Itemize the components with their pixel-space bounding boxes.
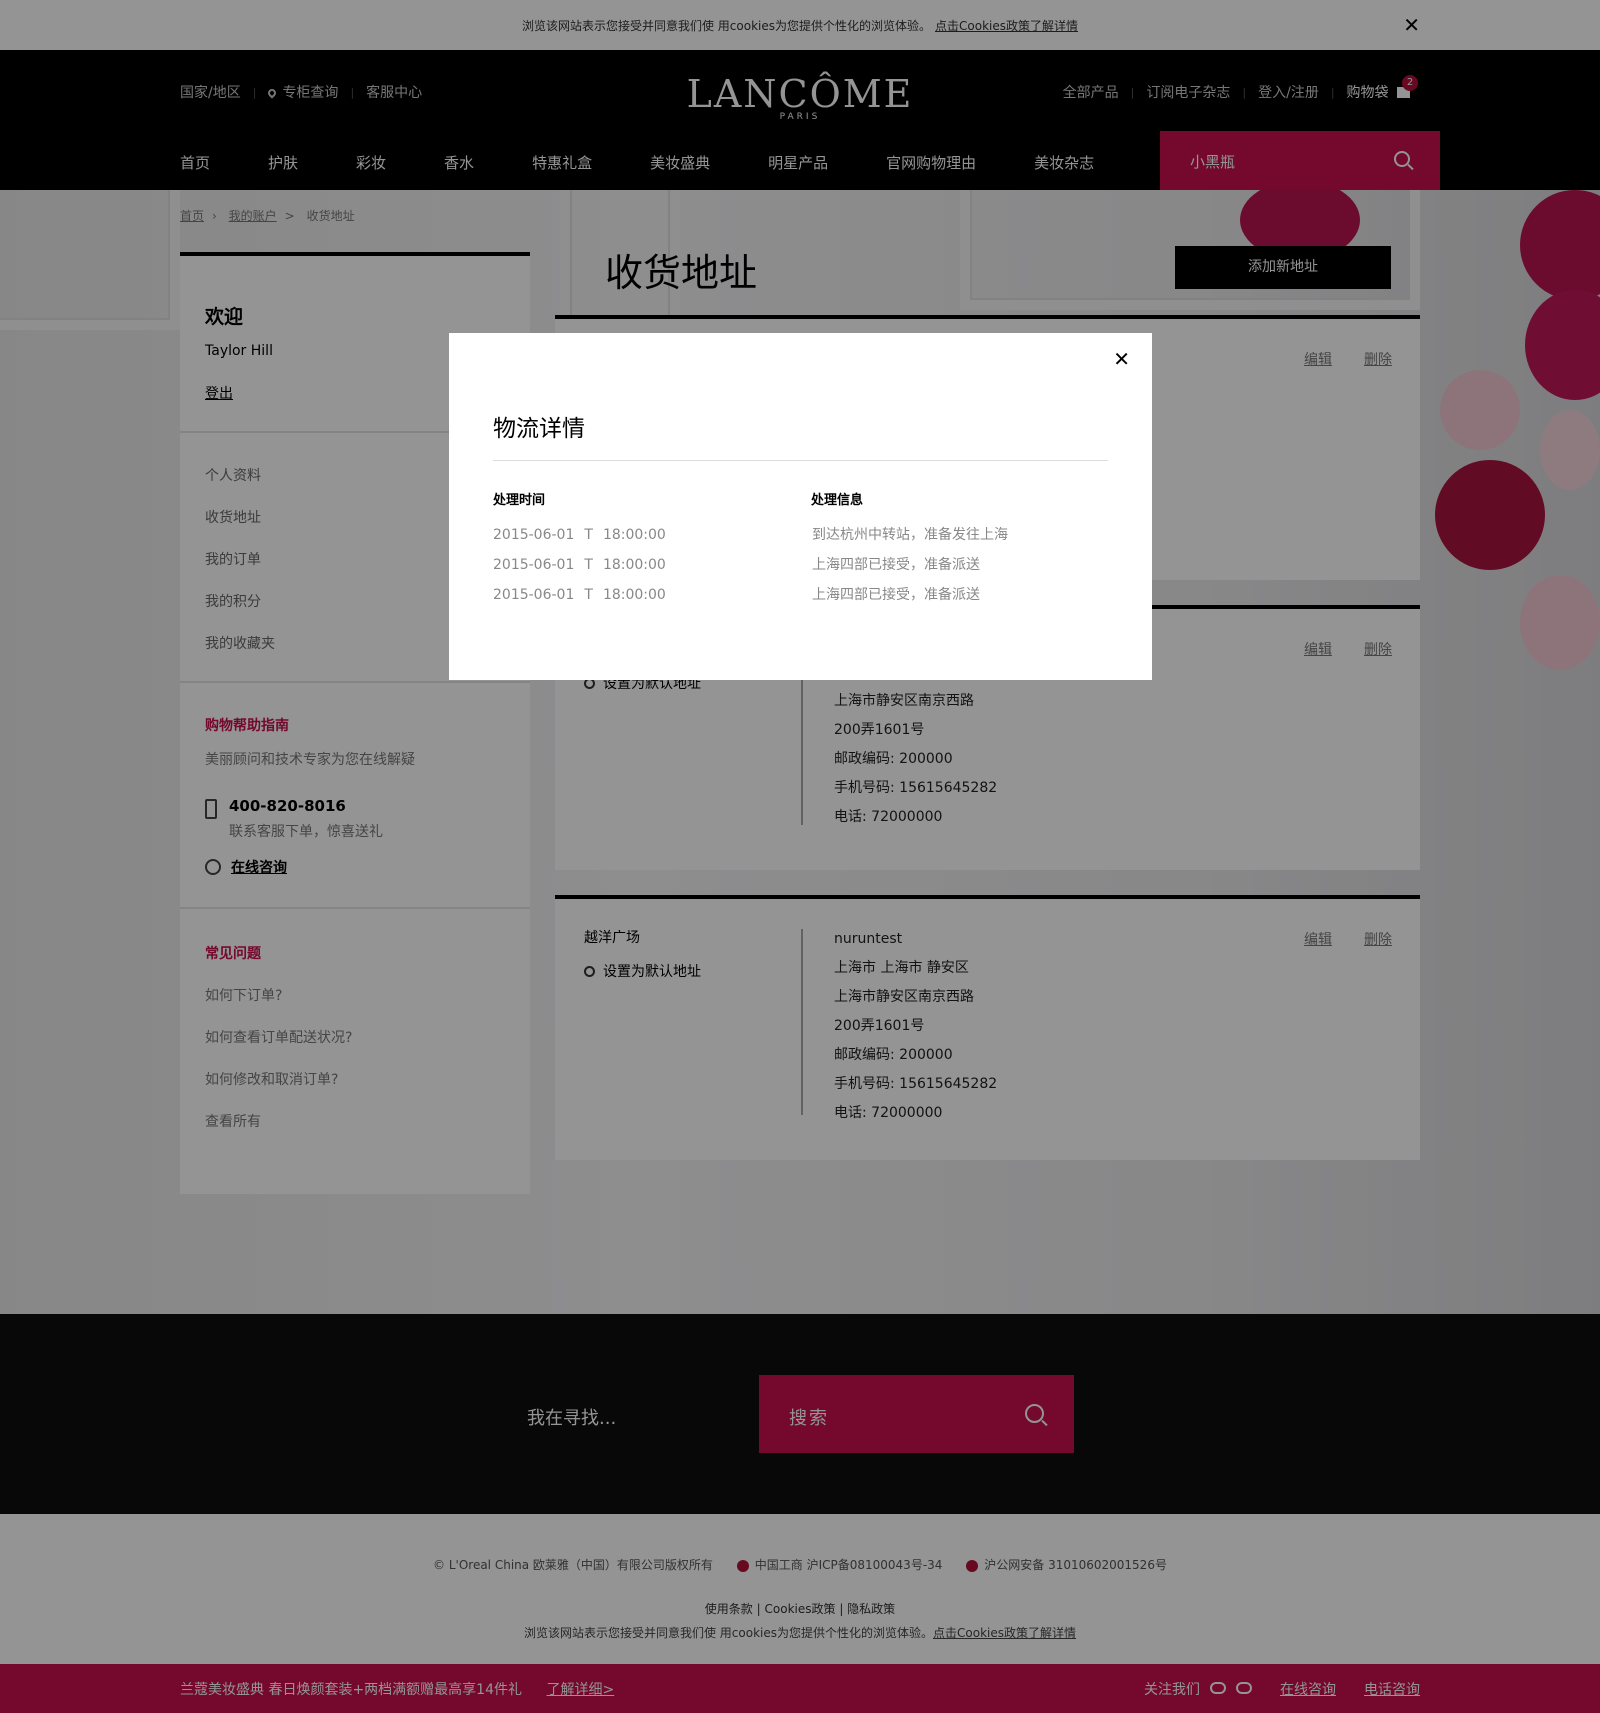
info-row: 上海四部已接受，准备派送 [812,587,980,603]
modal-overlay[interactable] [0,0,1600,1713]
info-row: 到达杭州中转站，准备发往上海 [812,527,1008,543]
time-row: 2015-06-01 T 18:00:00 [493,586,666,616]
info-column: 到达杭州中转站，准备发往上海 上海四部已接受，准备派送 上海四部已接受，准备派送 [812,526,1008,616]
date-text: 2015-06-01 [493,527,575,543]
time-column: 2015-06-01 T 18:00:00 2015-06-01 T 18:00:00 … [493,526,666,616]
info-row: 上海四部已接受，准备派送 [812,557,980,573]
modal-title: 物流详情 [493,416,585,442]
t-separator: T [584,587,593,603]
date-text: 2015-06-01 [493,587,575,603]
time-text: 18:00:00 [602,557,666,573]
t-separator: T [584,527,593,543]
t-separator: T [584,557,593,573]
divider [493,460,1108,461]
logistics-modal: ✕ 物流详情 处理时间 处理信息 2015-06-01 T 18:00:00 201… [449,333,1152,680]
time-text: 18:00:00 [602,587,666,603]
time-column-header: 处理时间 [493,493,546,508]
info-column-header: 处理信息 [811,493,864,508]
close-icon[interactable]: ✕ [1113,347,1130,371]
date-text: 2015-06-01 [493,557,575,573]
time-text: 18:00:00 [602,527,666,543]
time-row: 2015-06-01 T 18:00:00 [493,556,666,586]
time-row: 2015-06-01 T 18:00:00 [493,526,666,556]
